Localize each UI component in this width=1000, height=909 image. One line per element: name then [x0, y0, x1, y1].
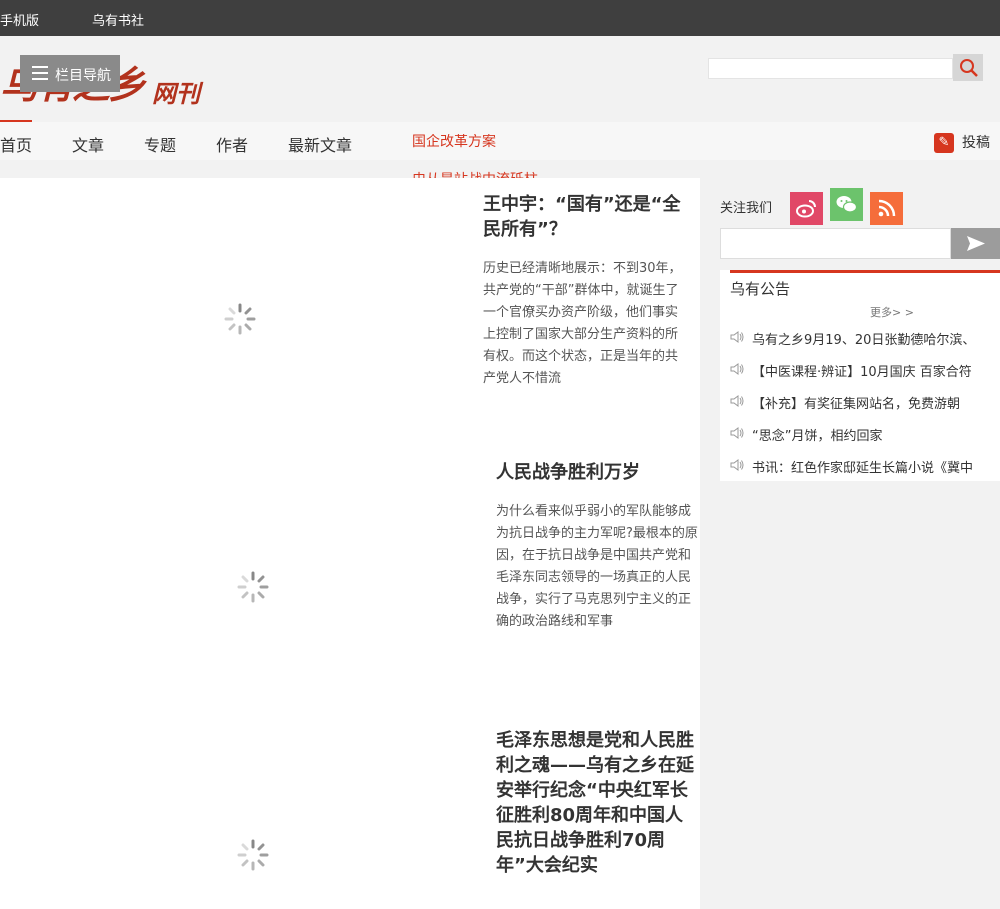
send-icon [967, 236, 985, 251]
list-item[interactable]: 书讯：红色作家邸延生长篇小说《冀中 [720, 453, 1000, 485]
announcements-panel: 乌有公告 更多> > 乌有之乡9月19、20日张勤德哈尔滨、 【中医课程·辨证】… [720, 270, 1000, 481]
follow-us-label: 关注我们 [720, 201, 773, 216]
loading-spinner-icon [237, 839, 269, 871]
subscribe-button[interactable] [951, 228, 1000, 259]
nav-item-articles[interactable]: 文章 [72, 132, 104, 156]
nav-item-home[interactable]: 首页 [0, 120, 33, 156]
list-item[interactable]: 【补充】有奖征集网站名，免费游朝 [720, 389, 1000, 421]
rss-button[interactable] [870, 192, 903, 225]
announcement-text: 【中医课程·辨证】10月国庆 百家合符 [752, 365, 972, 380]
speaker-icon [730, 363, 744, 375]
panel-accent-bar [730, 270, 1000, 273]
speaker-icon [730, 427, 744, 439]
menu-icon [32, 66, 48, 80]
wechat-icon [836, 196, 858, 213]
list-item[interactable]: 【中医课程·辨证】10月国庆 百家合符 [720, 357, 1000, 389]
loading-spinner-icon [237, 571, 269, 603]
more-link[interactable]: 更多> > [870, 304, 914, 320]
search-button[interactable] [953, 54, 983, 81]
logo-subtitle: 网刊 [152, 80, 200, 108]
search-input[interactable] [708, 58, 953, 79]
nav-item-topics[interactable]: 专题 [144, 132, 176, 156]
article-item[interactable]: 人民战争胜利万岁 为什么看来似乎弱小的军队能够成为抗日战争的主力军呢?最根本的原… [0, 446, 700, 714]
sidebar: 关注我们 乌有公告 更多> > 乌有之乡9月19、20日张勤德哈尔滨、 【中医课… [700, 178, 1000, 909]
article-item[interactable]: 王中宇：“国有”还是“全民所有”？ 历史已经清晰地展示：不到30年，共产党的“干… [0, 178, 700, 446]
column-nav-button[interactable]: 栏目导航 [20, 55, 120, 92]
pen-icon: ✎ [934, 133, 954, 153]
contribute-label: 投稿 [962, 135, 990, 151]
article-thumbnail[interactable] [0, 446, 490, 714]
announcement-list: 乌有之乡9月19、20日张勤德哈尔滨、 【中医课程·辨证】10月国庆 百家合符 … [720, 325, 1000, 485]
speaker-icon [730, 459, 744, 471]
wechat-button[interactable] [830, 188, 863, 221]
rss-icon [878, 199, 896, 217]
article-thumbnail[interactable] [0, 178, 470, 446]
article-title[interactable]: 王中宇：“国有”还是“全民所有”？ [483, 192, 683, 242]
nav-item-authors[interactable]: 作者 [216, 132, 248, 156]
main-nav: 首页 文章 专题 作者 最新文章 国企改革方案 史从是站战中流砥柱 ✎ 投稿 [0, 120, 1000, 182]
article-item[interactable]: 毛泽东思想是党和人民胜利之魂——乌有之乡在延安举行纪念“中央红军长征胜利80周年… [0, 714, 700, 909]
speaker-icon [730, 331, 744, 343]
ticker-item[interactable]: 国企改革方案 [412, 134, 552, 151]
search-icon [960, 59, 978, 77]
article-thumbnail[interactable] [0, 714, 490, 909]
mobile-version-link[interactable]: 手机版 [0, 10, 39, 29]
column-nav-label: 栏目导航 [55, 68, 111, 84]
top-bar: 手机版 乌有书社 [0, 0, 1000, 36]
subscribe-input[interactable] [720, 228, 951, 259]
article-title[interactable]: 人民战争胜利万岁 [496, 460, 700, 485]
article-summary: 为什么看来似乎弱小的军队能够成为抗日战争的主力军呢?最根本的原因，在于抗日战争是… [496, 504, 698, 629]
article-list: 王中宇：“国有”还是“全民所有”？ 历史已经清晰地展示：不到30年，共产党的“干… [0, 178, 700, 909]
weibo-icon [796, 200, 816, 218]
announcement-text: 书讯：红色作家邸延生长篇小说《冀中 [752, 461, 974, 476]
speaker-icon [730, 395, 744, 407]
weibo-button[interactable] [790, 192, 823, 225]
list-item[interactable]: “思念”月饼，相约回家 [720, 421, 1000, 453]
announcement-text: 乌有之乡9月19、20日张勤德哈尔滨、 [752, 333, 976, 348]
loading-spinner-icon [224, 303, 256, 335]
announcement-text: “思念”月饼，相约回家 [752, 429, 883, 444]
list-item[interactable]: 乌有之乡9月19、20日张勤德哈尔滨、 [720, 325, 1000, 357]
article-summary: 历史已经清晰地展示：不到30年，共产党的“干部”群体中，就诞生了一个官僚买办资产… [483, 261, 682, 386]
bookstore-link[interactable]: 乌有书社 [92, 10, 144, 29]
announcements-title: 乌有公告 [730, 280, 791, 298]
announcement-text: 【补充】有奖征集网站名，免费游朝 [752, 397, 961, 412]
contribute-button[interactable]: ✎ 投稿 [934, 132, 990, 153]
headline-ticker: 国企改革方案 史从是站战中流砥柱 [412, 134, 552, 182]
article-title[interactable]: 毛泽东思想是党和人民胜利之魂——乌有之乡在延安举行纪念“中央红军长征胜利80周年… [496, 728, 700, 878]
nav-item-latest[interactable]: 最新文章 [288, 132, 352, 156]
site-header: 乌有之乡 网刊 栏目导航 [0, 36, 1000, 122]
